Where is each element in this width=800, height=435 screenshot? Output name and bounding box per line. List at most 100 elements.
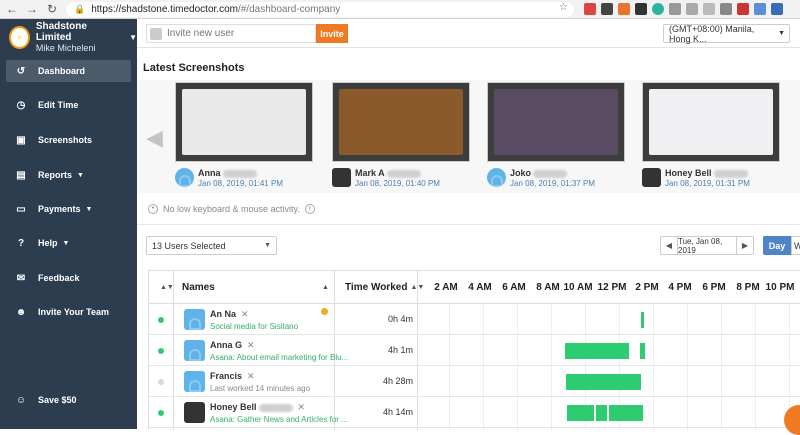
sidebar-item-screenshots[interactable]: ▣ Screenshots	[6, 129, 131, 151]
extension-icon[interactable]	[754, 3, 766, 15]
sidebar-item-label: Invite Your Team	[38, 307, 110, 317]
forward-icon[interactable]: →	[24, 1, 40, 17]
activity-bar[interactable]	[567, 405, 594, 421]
activity-bar[interactable]	[566, 374, 641, 390]
screenshot-time: Jan 08, 2019, 01:41 PM	[198, 179, 283, 188]
next-day-button[interactable]: ▶	[737, 237, 753, 254]
avatar	[184, 309, 205, 330]
table-row[interactable]: An Na ✕ Social media for Sisitano 0h 4m	[149, 304, 800, 335]
sort-status-button[interactable]: ▲▼	[157, 271, 174, 304]
activity-bar[interactable]	[609, 405, 643, 421]
extension-icon[interactable]	[737, 3, 749, 15]
sidebar-item-label: Screenshots	[38, 135, 93, 145]
invite-button[interactable]: Invite	[316, 24, 348, 43]
user-task: Asana: Gather News and Articles for ...	[210, 415, 348, 424]
hour-label: 2 AM	[434, 282, 458, 293]
back-icon[interactable]: ←	[4, 1, 20, 17]
week-view-button[interactable]: W	[791, 236, 800, 255]
time-worked-label: Time Worked	[345, 282, 408, 293]
remove-icon[interactable]: ✕	[298, 402, 306, 412]
user-name: Francis	[210, 371, 243, 381]
table-row[interactable]: Francis ✕ Last worked 14 minutes ago 4h 2…	[149, 366, 800, 397]
screenshots-carousel: ◀ Anna Jan 08, 2019, 01:41 PM Mark A Jan…	[137, 80, 800, 193]
company-switcher[interactable]: ☼ Shadstone Limited Mike Micheleni ▼	[0, 19, 137, 56]
activity-bar[interactable]	[596, 405, 607, 421]
users-selected-value: 13 Users Selected	[152, 240, 226, 251]
remove-icon[interactable]: ✕	[241, 309, 249, 319]
table-row[interactable]: Honey Bell ✕ Asana: Gather News and Artic…	[149, 397, 800, 428]
hour-label: 8 PM	[736, 282, 760, 293]
extension-icon[interactable]	[652, 3, 664, 15]
prev-day-button[interactable]: ◀	[661, 237, 677, 254]
user-name: Anna G	[210, 340, 243, 350]
chevron-left-icon[interactable]: ◀	[146, 125, 163, 151]
report-icon: ▤	[16, 169, 26, 181]
time-worked: 4h 1m	[387, 345, 413, 355]
extension-icon[interactable]	[720, 3, 732, 15]
timezone-select[interactable]: (GMT+08:00) Manila, Hong K... ▼	[663, 23, 790, 44]
remove-icon[interactable]: ✕	[247, 340, 255, 350]
sidebar-item-invite-team[interactable]: ☻ Invite Your Team	[6, 301, 131, 323]
screenshot-time: Jan 08, 2019, 01:40 PM	[355, 179, 440, 188]
day-view-button[interactable]: Day	[763, 236, 791, 255]
card-icon: ▭	[16, 203, 26, 215]
screenshot-thumbnail[interactable]	[487, 82, 625, 162]
users-select[interactable]: 13 Users Selected ▼	[146, 236, 277, 255]
company-logo: ☼	[9, 26, 30, 49]
screenshot-time: Jan 08, 2019, 01:37 PM	[510, 179, 595, 188]
activity-bar[interactable]	[640, 343, 645, 359]
extensions-bar	[584, 3, 783, 15]
extension-icon[interactable]	[601, 3, 613, 15]
timezone-value: (GMT+08:00) Manila, Hong K...	[669, 23, 755, 44]
sidebar-item-help[interactable]: ? Help ▼	[6, 232, 131, 254]
url-host: https://shadstone.timedoctor.com	[91, 4, 238, 15]
table-row[interactable]: Anna G ✕ Asana: About email marketing for…	[149, 335, 800, 366]
address-bar[interactable]: 🔒 https://shadstone.timedoctor.com /#/da…	[66, 2, 574, 17]
screenshot-user: Honey Bell	[665, 168, 712, 178]
time-worked: 0h 4m	[387, 314, 413, 324]
extension-icon[interactable]	[584, 3, 596, 15]
sidebar-item-reports[interactable]: ▤ Reports ▼	[6, 164, 131, 186]
extension-icon[interactable]	[686, 3, 698, 15]
chevron-down-icon: ▼	[129, 33, 137, 42]
bookmark-star-icon[interactable]: ☆	[559, 2, 568, 13]
sidebar-item-save[interactable]: ☺ Save $50	[6, 389, 131, 411]
time-worked: 4h 14m	[382, 407, 413, 417]
invite-field[interactable]	[146, 24, 316, 43]
extension-icon[interactable]	[635, 3, 647, 15]
info-icon[interactable]: i	[304, 204, 315, 214]
user-name: Mike Micheleni	[35, 43, 96, 53]
date-display[interactable]: Tue, Jan 08, 2019	[677, 237, 737, 255]
url-path: /#/dashboard-company	[237, 4, 341, 15]
names-header[interactable]: Names	[182, 271, 215, 304]
extension-icon[interactable]	[771, 3, 783, 15]
reload-icon[interactable]: ↻	[44, 1, 60, 17]
hour-label: 8 AM	[536, 282, 560, 293]
sidebar-item-payments[interactable]: ▭ Payments ▼	[6, 198, 131, 220]
screenshot-thumbnail[interactable]	[642, 82, 780, 162]
sidebar-item-feedback[interactable]: ✉ Feedback	[6, 267, 131, 289]
sidebar-item-dashboard[interactable]: ↺ Dashboard	[6, 60, 131, 82]
dashboard-icon: ↺	[16, 65, 26, 77]
extension-icon[interactable]	[669, 3, 681, 15]
section-title: Latest Screenshots	[143, 62, 245, 74]
time-worked-header[interactable]: Time Worked▲▼	[345, 271, 424, 304]
activity-bar[interactable]	[641, 312, 644, 328]
sidebar-item-edit-time[interactable]: ◷ Edit Time	[6, 94, 131, 116]
avatar	[642, 168, 661, 187]
activity-bar[interactable]	[565, 343, 629, 359]
activity-text: No low keyboard & mouse activity.	[163, 204, 300, 214]
screenshot-thumbnail[interactable]	[332, 82, 470, 162]
warning-badge	[321, 308, 328, 315]
invite-input[interactable]	[167, 28, 312, 39]
avatar	[184, 402, 205, 423]
extension-icon[interactable]	[618, 3, 630, 15]
sort-up-icon[interactable]: ▲	[319, 271, 329, 304]
megaphone-icon: ✉	[16, 272, 26, 284]
screenshot-info: Honey Bell Jan 08, 2019, 01:31 PM	[642, 168, 750, 189]
screenshot-thumbnail[interactable]	[175, 82, 313, 162]
extension-icon[interactable]	[703, 3, 715, 15]
remove-icon[interactable]: ✕	[247, 371, 255, 381]
top-bar: Invite (GMT+08:00) Manila, Hong K... ▼	[137, 19, 800, 48]
sidebar-item-label: Edit Time	[38, 100, 79, 110]
